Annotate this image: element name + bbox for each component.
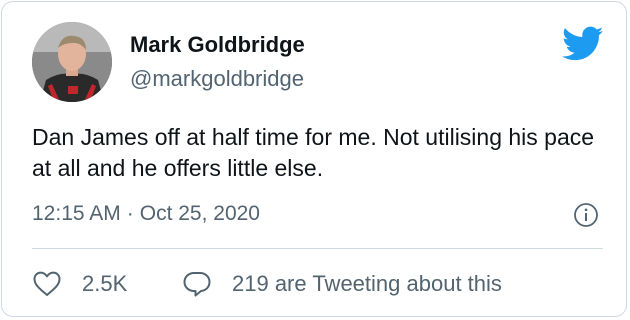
divider (32, 248, 603, 249)
avatar[interactable] (32, 22, 112, 102)
tweet-timestamp[interactable]: 12:15 AM · Oct 25, 2020 (32, 202, 260, 226)
avatar-image (32, 22, 112, 102)
author-name[interactable]: Mark Goldbridge (130, 32, 305, 58)
speech-bubble-icon (183, 272, 211, 297)
tweet-time: 12:15 AM (32, 202, 121, 225)
like-button[interactable]: 2.5K (32, 270, 127, 298)
info-icon[interactable] (573, 202, 599, 228)
heart-icon (33, 271, 61, 296)
meta-separator: · (126, 202, 134, 225)
twitter-bird-icon[interactable] (562, 26, 604, 62)
author-handle[interactable]: @markgoldbridge (130, 66, 304, 92)
tweet-card: Mark Goldbridge @markgoldbridge Dan Jame… (1, 1, 627, 317)
tweet-text: Dan James off at half time for me. Not u… (32, 124, 595, 181)
like-count: 2.5K (82, 271, 128, 296)
tweet-date: Oct 25, 2020 (139, 202, 260, 225)
tweeting-about-label: 219 are Tweeting about this (232, 271, 502, 296)
tweeting-about-this-button[interactable]: 219 are Tweeting about this (182, 270, 502, 298)
